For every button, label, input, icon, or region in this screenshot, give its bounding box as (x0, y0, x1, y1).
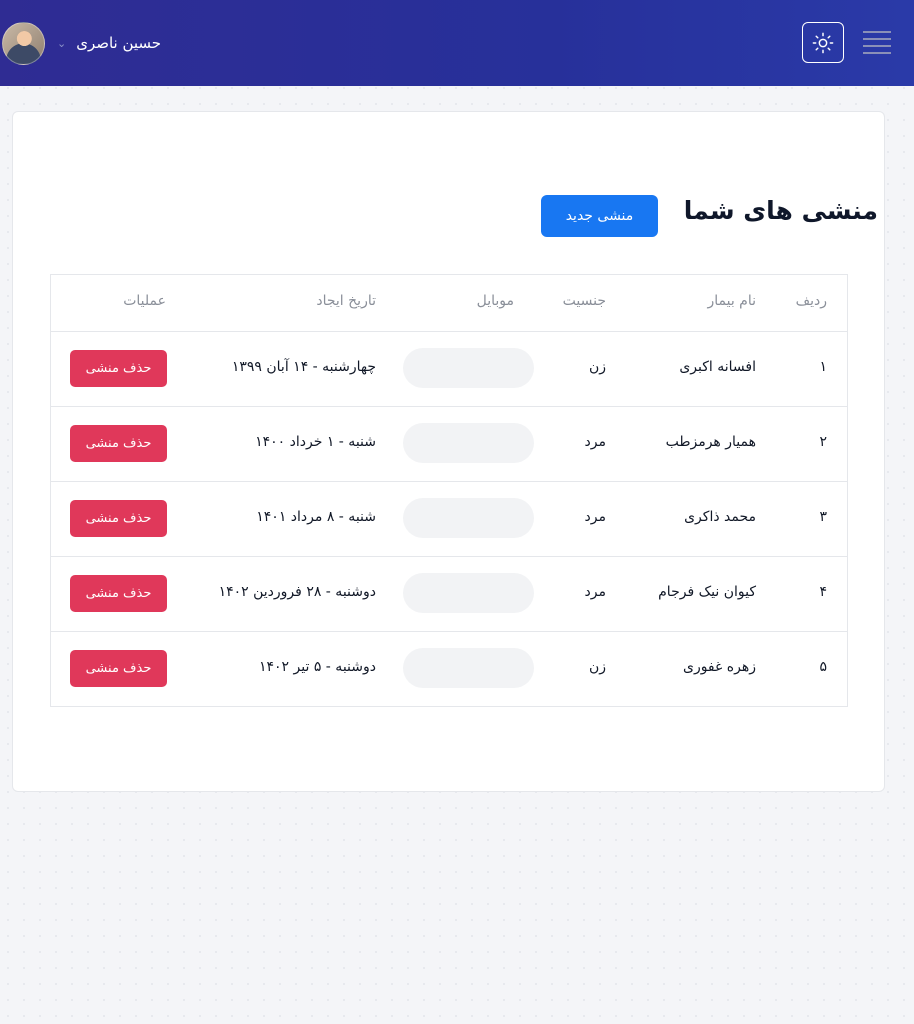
row-gender: مرد (584, 434, 606, 450)
table-row: ۱ افسانه اکبری زن چهارشنبه - ۱۴ آبان ۱۳۹… (51, 331, 847, 406)
row-name: کیوان نیک فرجام (658, 584, 756, 600)
row-name: محمد ذاکری (684, 509, 756, 525)
column-header-gender: جنسیت (562, 293, 606, 309)
row-mobile-placeholder (403, 423, 534, 463)
table-row: ۴ کیوان نیک فرجام مرد دوشنبه - ۲۸ فروردی… (51, 556, 847, 631)
hamburger-menu-icon (863, 31, 891, 54)
row-mobile-placeholder (403, 573, 534, 613)
delete-secretary-button[interactable]: حذف منشی (70, 425, 167, 462)
page-title: منشی های شما (683, 196, 878, 225)
user-name[interactable]: حسین ناصری (76, 34, 161, 52)
table-row: ۲ همیار هرمزطب مرد شنبه - ۱ خرداد ۱۴۰۰ ح… (51, 406, 847, 481)
row-name: همیار هرمزطب (665, 434, 756, 450)
row-date: دوشنبه - ۲۸ فروردین ۱۴۰۲ (218, 584, 376, 600)
row-date: دوشنبه - ۵ تیر ۱۴۰۲ (259, 659, 376, 675)
row-gender: مرد (584, 509, 606, 525)
row-index: ۱ (819, 359, 827, 375)
row-date: چهارشنبه - ۱۴ آبان ۱۳۹۹ (231, 359, 376, 375)
column-header-name: نام بیمار (707, 293, 756, 309)
row-date: شنبه - ۸ مرداد ۱۴۰۱ (256, 509, 376, 525)
table-row: ۳ محمد ذاکری مرد شنبه - ۸ مرداد ۱۴۰۱ حذف… (51, 481, 847, 556)
row-index: ۵ (819, 659, 827, 675)
row-mobile-placeholder (403, 498, 534, 538)
table-row: ۵ زهره غفوری زن دوشنبه - ۵ تیر ۱۴۰۲ حذف … (51, 631, 847, 706)
table-header: ردیف نام بیمار جنسیت موبایل تاریخ ایجاد … (51, 275, 847, 331)
row-mobile-placeholder (403, 348, 534, 388)
row-name: افسانه اکبری (679, 359, 756, 375)
row-index: ۲ (819, 434, 827, 450)
column-header-ops: عملیات (123, 293, 166, 309)
secretaries-table: ردیف نام بیمار جنسیت موبایل تاریخ ایجاد … (50, 274, 848, 707)
delete-secretary-button[interactable]: حذف منشی (70, 350, 167, 387)
hamburger-menu-button[interactable] (862, 30, 892, 56)
user-menu[interactable]: ⌄ حسین ناصری (2, 21, 161, 65)
row-gender: مرد (584, 584, 606, 600)
delete-secretary-button[interactable]: حذف منشی (70, 575, 167, 612)
theme-toggle-button[interactable] (802, 22, 844, 63)
chevron-down-icon[interactable]: ⌄ (57, 37, 66, 50)
column-header-date: تاریخ ایجاد (316, 293, 376, 309)
top-navbar: ⌄ حسین ناصری (0, 0, 914, 86)
column-header-mobile: موبایل (476, 293, 514, 309)
row-index: ۴ (819, 584, 827, 600)
sun-icon (812, 32, 834, 53)
avatar[interactable] (2, 21, 45, 65)
row-index: ۳ (819, 509, 827, 525)
row-gender: زن (588, 659, 606, 675)
row-mobile-placeholder (403, 648, 534, 688)
row-gender: زن (588, 359, 606, 375)
column-header-index: ردیف (795, 293, 827, 309)
delete-secretary-button[interactable]: حذف منشی (70, 650, 167, 687)
row-name: زهره غفوری (682, 659, 756, 675)
row-date: شنبه - ۱ خرداد ۱۴۰۰ (255, 434, 376, 450)
delete-secretary-button[interactable]: حذف منشی (70, 500, 167, 537)
new-secretary-button[interactable]: منشی جدید (541, 195, 658, 237)
